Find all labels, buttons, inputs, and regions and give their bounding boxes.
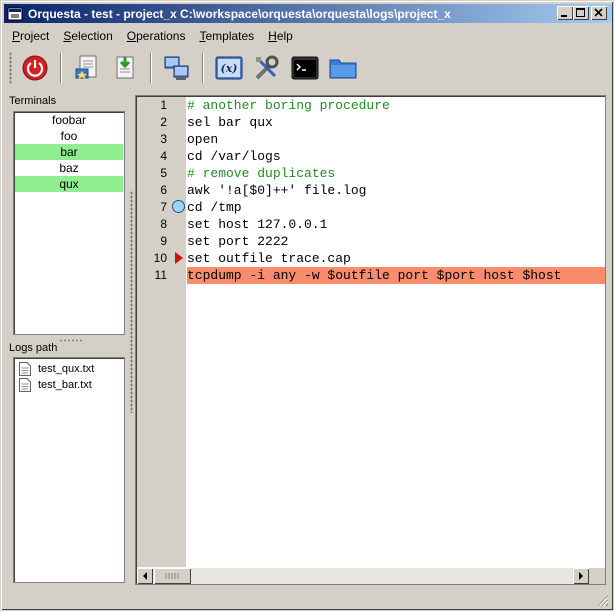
power-button[interactable] (20, 53, 50, 83)
arrow-left-icon (143, 572, 147, 580)
terminal-item-qux[interactable]: qux (15, 176, 123, 192)
line-number: 11 (154, 268, 167, 282)
text-file-icon (19, 362, 31, 376)
power-icon (22, 55, 48, 81)
code-line[interactable]: open (187, 131, 605, 148)
menu-operations-label: perations (136, 29, 186, 43)
menu-operations[interactable]: Operations (120, 27, 193, 45)
menu-selection[interactable]: Selection (56, 27, 119, 45)
log-file-name: test_bar.txt (38, 379, 92, 391)
terminal-item-foo[interactable]: foo (15, 128, 123, 144)
minimize-button[interactable] (557, 6, 573, 20)
menu-project-label: roject (20, 29, 50, 43)
menu-project-mnemonic: P (12, 29, 21, 43)
menu-selection-label: election (71, 29, 113, 43)
menu-templates-label: emplates (205, 29, 255, 43)
code-line[interactable]: set host 127.0.0.1 (187, 216, 605, 233)
toolbar-separator (60, 53, 62, 83)
menu-operations-mnemonic: O (126, 29, 137, 43)
scroll-right-button[interactable] (573, 568, 589, 584)
tools-button[interactable] (252, 53, 282, 83)
logs-list[interactable]: test_qux.txt test_bar.txt (13, 357, 125, 583)
save-project-icon (116, 56, 134, 79)
line-number: 7 (160, 200, 167, 214)
terminals-label: Terminals (9, 95, 57, 107)
menu-help-label: elp (276, 29, 293, 43)
code-line[interactable]: # remove duplicates (187, 165, 605, 182)
line-number: 2 (160, 115, 167, 129)
code-line[interactable]: cd /tmp (187, 199, 605, 216)
toolbar-separator (150, 53, 152, 83)
menu-help-mnemonic: H (268, 29, 277, 43)
menu-templates[interactable]: Templates (192, 27, 261, 45)
procedure-editor[interactable]: 1 2 3 4 5 6 7 8 9 10 11 # another boring… (135, 95, 606, 585)
code-line[interactable]: set outfile trace.cap (187, 250, 605, 267)
console-icon (291, 56, 319, 80)
network-computers-icon (164, 56, 189, 80)
current-code-line[interactable]: tcpdump -i any -w $outfile port $port ho… (187, 267, 605, 284)
variables-button[interactable]: (x) (214, 53, 244, 83)
log-file-item[interactable]: test_bar.txt (14, 377, 124, 393)
line-number-gutter[interactable]: 1 2 3 4 5 6 7 8 9 10 11 (137, 97, 186, 567)
horizontal-scrollbar[interactable] (137, 568, 589, 584)
folder-button[interactable] (328, 53, 358, 83)
code-line[interactable]: sel bar qux (187, 114, 605, 131)
window-title: Orquesta - test - project_x C:\workspace… (28, 6, 451, 21)
terminal-item-baz[interactable]: baz (15, 160, 123, 176)
arrow-right-icon (579, 572, 583, 580)
code-line[interactable]: awk '!a[$0]++' file.log (187, 182, 605, 199)
menu-bar: Project Selection Operations Templates H… (5, 27, 300, 45)
line-number: 9 (160, 234, 167, 248)
app-icon (7, 7, 23, 21)
line-number: 5 (160, 166, 167, 180)
code-area[interactable]: # another boring procedure sel bar qux o… (187, 97, 605, 567)
menu-project[interactable]: Project (5, 27, 56, 45)
line-number: 3 (160, 132, 167, 146)
console-button[interactable] (290, 53, 320, 83)
line-number: 10 (153, 251, 167, 265)
svg-text:(x): (x) (221, 62, 238, 75)
panel-splitter[interactable] (59, 339, 83, 342)
maximize-button[interactable] (573, 6, 589, 20)
network-button[interactable] (162, 53, 192, 83)
line-number: 1 (160, 98, 167, 112)
scroll-left-button[interactable] (137, 568, 153, 584)
log-file-item[interactable]: test_qux.txt (14, 361, 124, 377)
scrollbar-thumb[interactable] (154, 568, 191, 584)
log-file-name: test_qux.txt (38, 363, 95, 375)
toolbar-grip[interactable] (9, 52, 12, 84)
toolbar-separator (202, 53, 204, 83)
breakpoint-marker-icon[interactable] (172, 200, 185, 213)
title-bar[interactable]: Orquesta - test - project_x C:\workspace… (4, 4, 612, 23)
resize-grip-icon[interactable] (597, 595, 609, 607)
code-line[interactable]: set port 2222 (187, 233, 605, 250)
open-project-button[interactable] (72, 53, 102, 83)
logs-path-label: Logs path (9, 342, 58, 354)
execution-arrow-icon (175, 252, 183, 264)
close-button[interactable] (591, 6, 607, 20)
line-number: 4 (160, 149, 167, 163)
code-line[interactable]: # another boring procedure (187, 97, 605, 114)
line-number: 8 (160, 217, 167, 231)
terminals-list[interactable]: foobar foo bar baz qux (13, 111, 125, 335)
variables-icon: (x) (215, 56, 243, 80)
tools-icon (255, 55, 279, 80)
toolbar: (x) (5, 48, 611, 88)
code-line[interactable]: cd /var/logs (187, 148, 605, 165)
text-file-icon (19, 378, 31, 392)
folder-icon (329, 59, 357, 79)
menu-help[interactable]: Help (261, 27, 300, 45)
line-number: 6 (160, 183, 167, 197)
main-window: Orquesta - test - project_x C:\workspace… (0, 0, 614, 611)
scrollbar-corner (589, 568, 605, 584)
save-project-button[interactable] (110, 53, 140, 83)
terminal-item-foobar[interactable]: foobar (15, 112, 123, 128)
open-project-icon (75, 55, 97, 79)
vertical-splitter[interactable] (130, 191, 133, 413)
terminal-item-bar[interactable]: bar (15, 144, 123, 160)
